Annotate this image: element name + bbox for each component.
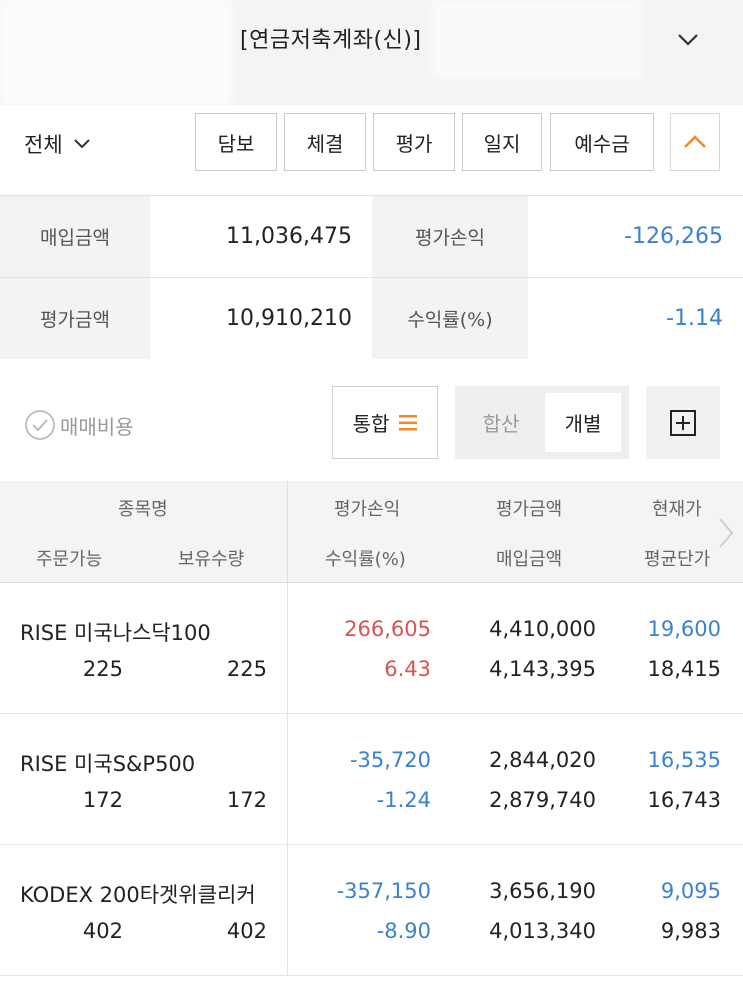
- stock-name: RISE 미국나스닥100: [20, 621, 211, 645]
- return-value: -8.90: [376, 919, 431, 943]
- return-rate-value: -1.14: [528, 278, 743, 359]
- pnl-value: -126,265: [528, 196, 743, 277]
- tab-deposit[interactable]: 예수금: [550, 113, 654, 171]
- pnl-label: 평가손익: [372, 196, 528, 277]
- fee-label: 매매비용: [60, 414, 134, 439]
- chevron-right-icon[interactable]: [714, 515, 738, 551]
- stock-name: RISE 미국S&P500: [20, 752, 196, 776]
- pnl-value: -357,150: [336, 879, 431, 903]
- th-purchase: 매입금액: [496, 549, 563, 570]
- tab-executions[interactable]: 체결: [284, 113, 366, 171]
- th-return: 수익률(%): [325, 549, 406, 570]
- fee-checkbox[interactable]: 매매비용: [24, 409, 134, 441]
- account-header[interactable]: [연금저축계좌(신)]: [0, 0, 743, 105]
- chevron-down-icon[interactable]: [672, 24, 704, 56]
- purchase-amount-value: 11,036,475: [150, 196, 372, 277]
- stock-name: KODEX 200타겟위클리커: [20, 883, 256, 907]
- th-holding: 보유수량: [178, 549, 245, 570]
- scope-label: 전체: [24, 133, 63, 157]
- merge-label: 통합: [352, 412, 390, 436]
- blurred-account-number: [0, 0, 232, 105]
- holding-qty: 225: [226, 657, 267, 681]
- seg-individual[interactable]: 개별: [545, 393, 621, 452]
- table-row[interactable]: KODEX 200타겟위클리커 402 402 -357,150 -8.90 3…: [0, 845, 743, 976]
- avg-price: 16,743: [647, 788, 721, 812]
- seg-total[interactable]: 합산: [461, 393, 541, 452]
- add-view-button[interactable]: [646, 386, 720, 459]
- avg-price: 18,415: [647, 657, 721, 681]
- eval-amount-label: 평가금액: [0, 278, 150, 359]
- eval-value: 3,656,190: [489, 879, 596, 903]
- orderable-qty: 172: [82, 788, 123, 812]
- plus-square-icon: [670, 409, 696, 436]
- purchase-value: 4,013,340: [489, 919, 596, 943]
- purchase-amount-label: 매입금액: [0, 196, 150, 277]
- blurred-account-info: [432, 0, 642, 78]
- tab-collateral[interactable]: 담보: [195, 113, 277, 171]
- holding-qty: 402: [226, 919, 267, 943]
- chevron-down-icon: [73, 139, 90, 149]
- th-avg: 평균단가: [644, 549, 711, 570]
- current-price: 16,535: [647, 748, 721, 772]
- pnl-value: -35,720: [349, 748, 431, 772]
- return-value: 6.43: [384, 657, 431, 681]
- holdings-table-header: 종목명 주문가능 보유수량 평가손익 수익률(%) 평가금액 매입금액 현재가 …: [0, 481, 743, 583]
- aggregation-toggle: 합산 개별: [455, 386, 629, 459]
- orderable-qty: 402: [82, 919, 123, 943]
- header-divider: [287, 481, 288, 583]
- th-name: 종목명: [118, 499, 168, 520]
- collapse-button[interactable]: [670, 113, 720, 171]
- th-price: 현재가: [652, 499, 702, 520]
- eval-amount-value: 10,910,210: [150, 278, 372, 359]
- purchase-value: 4,143,395: [489, 657, 596, 681]
- purchase-value: 2,879,740: [489, 788, 596, 812]
- row-divider: [287, 583, 288, 713]
- th-eval: 평가금액: [496, 499, 563, 520]
- row-divider: [287, 845, 288, 975]
- tab-valuation[interactable]: 평가: [373, 113, 455, 171]
- filter-row: 전체 담보 체결 평가 일지 예수금: [0, 105, 743, 195]
- menu-lines-icon: [399, 414, 418, 430]
- view-options: 매매비용 통합 합산 개별: [0, 359, 743, 481]
- current-price: 9,095: [660, 879, 721, 903]
- avg-price: 9,983: [660, 919, 721, 943]
- scope-dropdown[interactable]: 전체: [24, 129, 91, 159]
- return-value: -1.24: [376, 788, 431, 812]
- table-row[interactable]: RISE 미국S&P500 172 172 -35,720 -1.24 2,84…: [0, 714, 743, 845]
- th-pnl: 평가손익: [334, 499, 401, 520]
- merge-button[interactable]: 통합: [332, 386, 438, 459]
- return-rate-label: 수익률(%): [372, 278, 528, 359]
- summary-grid: 매입금액 11,036,475 평가손익 -126,265 평가금액 10,91…: [0, 195, 743, 359]
- check-circle-icon: [25, 410, 55, 440]
- row-divider: [287, 714, 288, 844]
- eval-value: 2,844,020: [489, 748, 596, 772]
- current-price: 19,600: [647, 617, 721, 641]
- orderable-qty: 225: [82, 657, 123, 681]
- holding-qty: 172: [226, 788, 267, 812]
- tab-journal[interactable]: 일지: [462, 113, 542, 171]
- eval-value: 4,410,000: [489, 617, 596, 641]
- th-orderable: 주문가능: [36, 549, 103, 570]
- pnl-value: 266,605: [344, 617, 431, 641]
- account-title[interactable]: [연금저축계좌(신)]: [240, 22, 422, 54]
- chevron-up-icon: [684, 135, 706, 148]
- table-row[interactable]: RISE 미국나스닥100 225 225 266,605 6.43 4,410…: [0, 583, 743, 714]
